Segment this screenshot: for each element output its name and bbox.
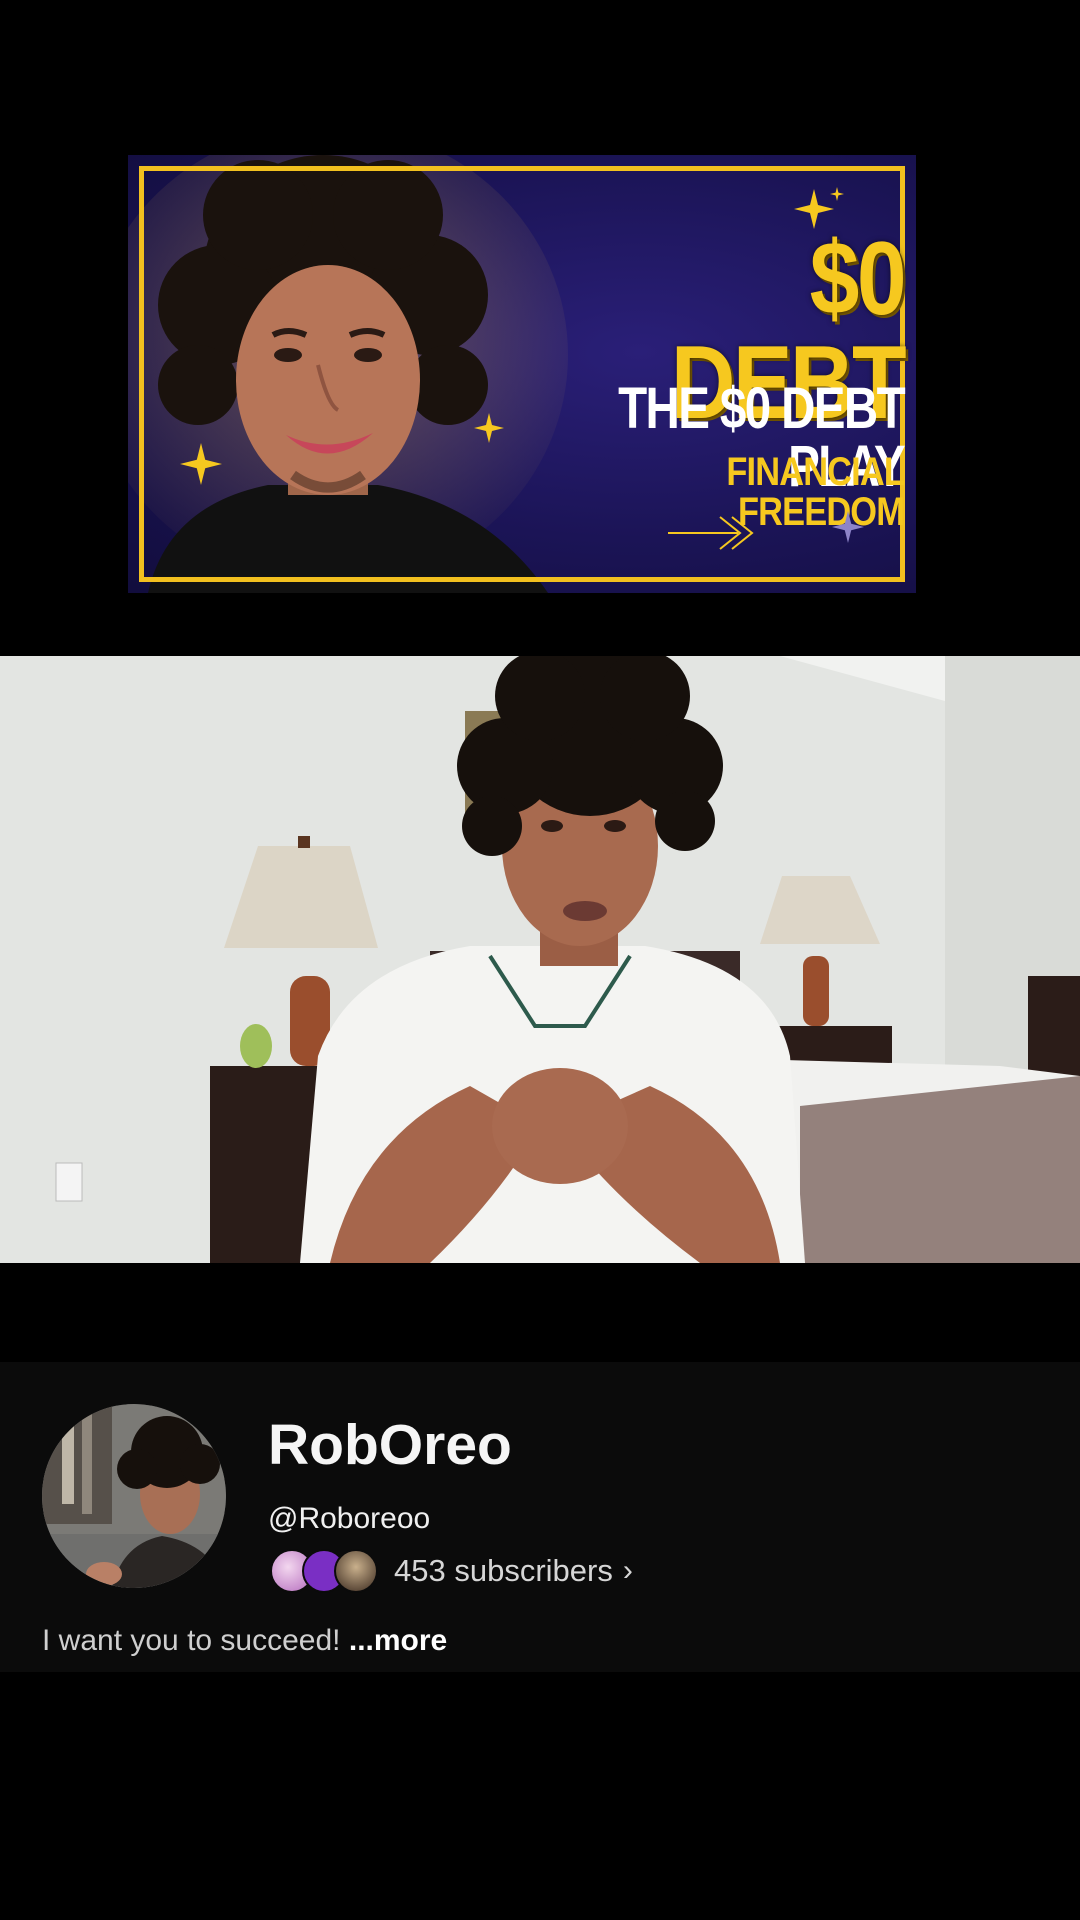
channel-avatar[interactable] bbox=[42, 1404, 226, 1588]
avatar-image bbox=[42, 1404, 226, 1588]
channel-description: I want you to succeed! ...more bbox=[42, 1624, 447, 1658]
subscriber-count: 453 subscribers bbox=[394, 1553, 613, 1588]
subscribers-link[interactable]: 453 subscribers › bbox=[270, 1548, 633, 1594]
more-link[interactable]: ...more bbox=[349, 1624, 447, 1657]
subscriber-avatar bbox=[334, 1549, 378, 1593]
sparkle-icon bbox=[794, 189, 834, 229]
sparkle-icon bbox=[180, 443, 222, 485]
sparkle-icon bbox=[474, 413, 504, 443]
channel-name: RobOreo bbox=[268, 1413, 512, 1477]
video-frame-image bbox=[0, 656, 1080, 1263]
sparkle-icon bbox=[832, 511, 864, 543]
chevron-right-icon: › bbox=[622, 1554, 633, 1587]
channel-card: RobOreo @Roboreoo 453 subscribers › I wa… bbox=[0, 1362, 1080, 1672]
video-player[interactable] bbox=[0, 656, 1080, 1263]
sparkle-icon bbox=[830, 187, 844, 201]
channel-handle: @Roboreoo bbox=[268, 1502, 431, 1535]
video-thumbnail[interactable]: $0 DEBT THE $0 DEBT PLAY FINANCIAL FREED… bbox=[128, 155, 916, 593]
arrow-right-icon bbox=[668, 516, 754, 550]
description-text: I want you to succeed! bbox=[42, 1624, 341, 1657]
